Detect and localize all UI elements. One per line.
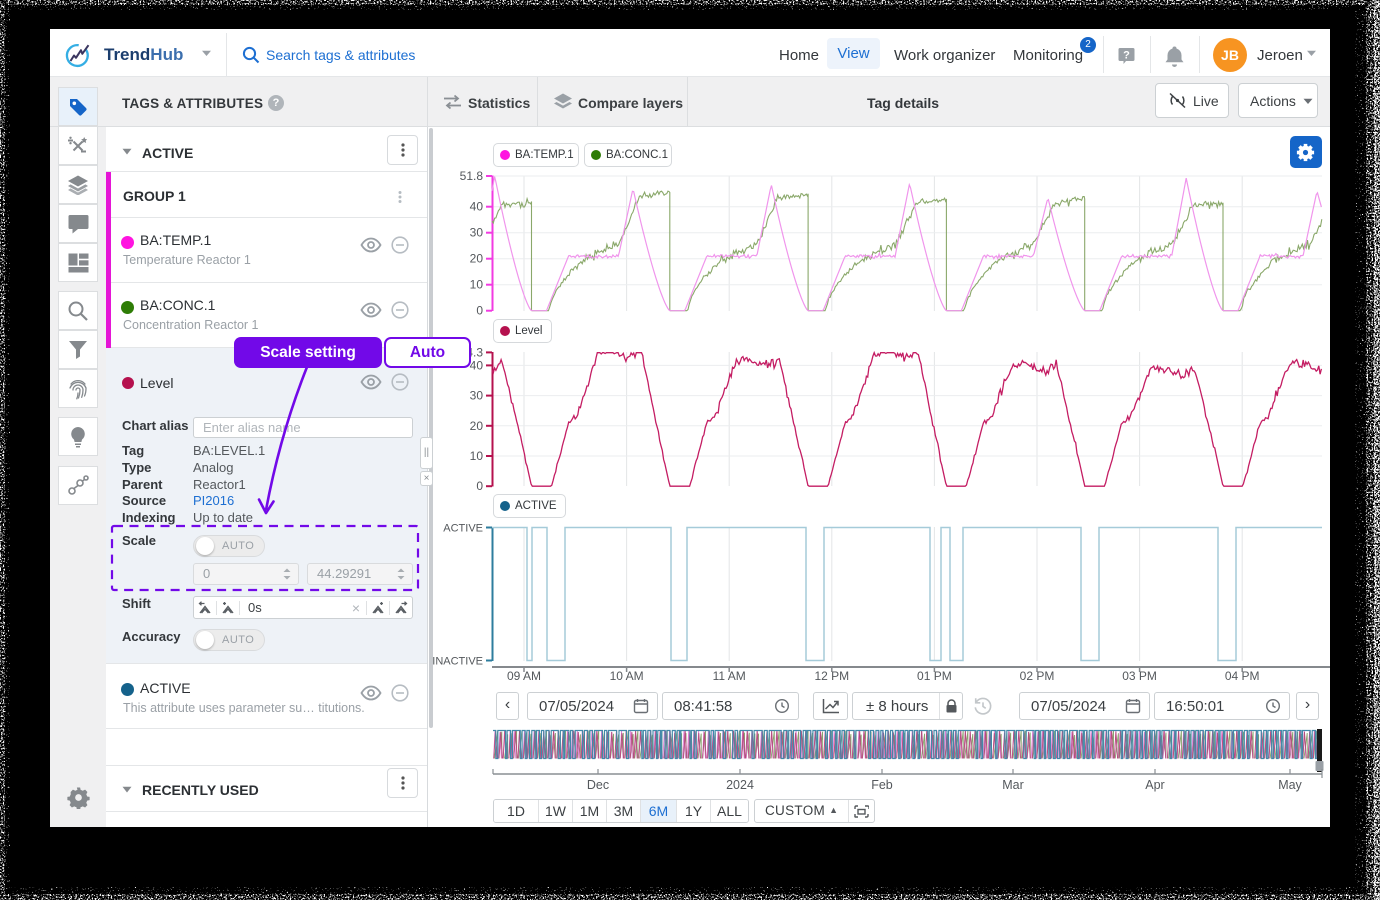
svg-text:ACTIVE: ACTIVE (443, 523, 483, 535)
svg-text:40: 40 (470, 358, 484, 372)
svg-text:20: 20 (470, 252, 484, 266)
svg-text:0: 0 (476, 479, 483, 493)
svg-text:40: 40 (470, 200, 484, 214)
svg-text:Apr: Apr (1145, 778, 1164, 792)
svg-text:02 PM: 02 PM (1020, 669, 1055, 683)
svg-text:10: 10 (470, 449, 484, 463)
svg-text:Dec: Dec (587, 778, 609, 792)
svg-text:09 AM: 09 AM (507, 669, 541, 683)
svg-text:2024: 2024 (726, 778, 754, 792)
svg-text:Mar: Mar (1002, 778, 1024, 792)
svg-text:51.8: 51.8 (460, 169, 484, 183)
svg-text:May: May (1278, 778, 1302, 792)
svg-text:10 AM: 10 AM (610, 669, 644, 683)
svg-text:Feb: Feb (871, 778, 893, 792)
svg-text:INACTIVE: INACTIVE (432, 656, 483, 668)
svg-text:10: 10 (470, 278, 484, 292)
svg-text:04 PM: 04 PM (1225, 669, 1260, 683)
svg-text:0: 0 (476, 304, 483, 318)
svg-text:20: 20 (470, 419, 484, 433)
svg-text:?: ? (1123, 50, 1130, 62)
svg-text:11 AM: 11 AM (713, 669, 746, 683)
svg-text:30: 30 (470, 226, 484, 240)
svg-text:30: 30 (470, 389, 484, 403)
svg-text:12 PM: 12 PM (814, 669, 849, 683)
svg-text:01 PM: 01 PM (917, 669, 952, 683)
svg-text:03 PM: 03 PM (1122, 669, 1157, 683)
